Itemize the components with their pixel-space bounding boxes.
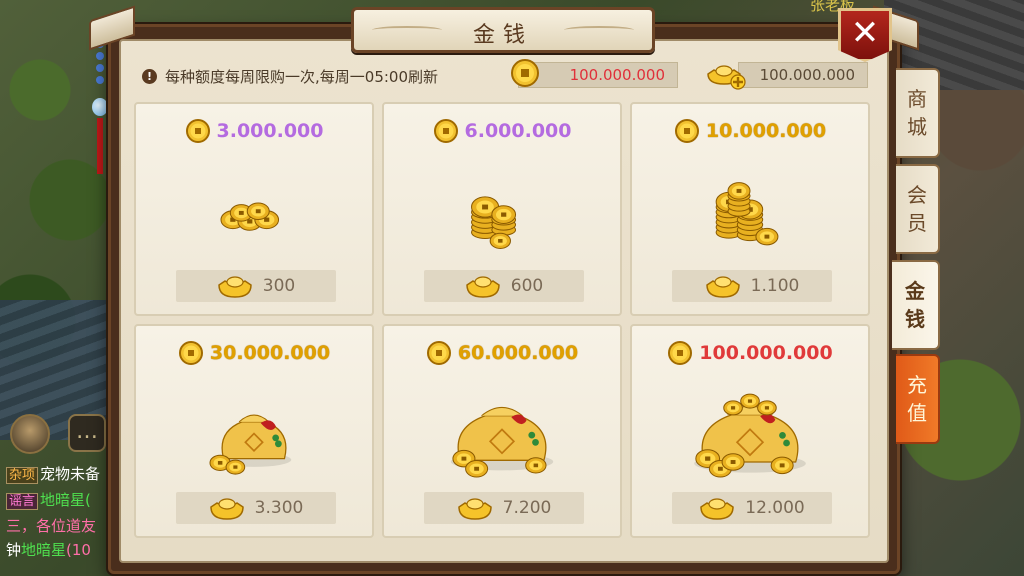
tab-shop[interactable]: 商 城 [896, 68, 940, 158]
pack-coin-amount: 100.000.000 [699, 342, 833, 364]
coin-pack-card[interactable]: 30.000.000 3.300 [134, 324, 374, 538]
coin-pack-card[interactable]: 3.000.000 300 [134, 102, 374, 316]
pack-coin-amount: 60.000.000 [457, 342, 579, 364]
gold-ingot-icon [457, 498, 492, 520]
coin-icon [185, 119, 210, 143]
chat-line: 杂项 宠物未备 [6, 462, 116, 488]
chat-log[interactable]: 杂项 宠物未备 谣言 地暗星( 三，各位道友 钟地暗星(10 [6, 462, 116, 562]
tab-label: 商 [907, 87, 927, 111]
pack-ingot-cost: 1.100 [750, 276, 800, 296]
coin-icon [426, 341, 451, 365]
gold-ingot-balance: 100.000.000 [738, 62, 868, 88]
buy-button[interactable]: 7.200 [424, 492, 584, 524]
coin-icon [511, 59, 539, 87]
tab-recharge[interactable]: 充 值 [896, 354, 940, 444]
chat-text: (10 [66, 541, 91, 559]
add-gold-ingot-icon[interactable] [704, 60, 746, 90]
coin-pack-image [220, 202, 280, 231]
coin-pack-image [209, 414, 292, 475]
tab-label: 钱 [905, 307, 925, 331]
purchase-limit-notice: 每种额度每周限购一次,每周一05:00刷新 [165, 67, 438, 86]
pack-coin-amount-row: 30.000.000 [136, 340, 372, 366]
gold-ingot-icon [218, 276, 252, 298]
info-icon: ! [142, 68, 157, 84]
tab-member[interactable]: 会 员 [896, 164, 940, 254]
pack-coin-amount-row: 10.000.000 [632, 118, 868, 144]
pack-coin-amount-row: 100.000.000 [632, 340, 868, 366]
jade-pendant-icon[interactable] [92, 40, 108, 174]
coin-pack-image [715, 182, 779, 246]
coin-pack-image [450, 406, 554, 478]
chat-tag-misc: 杂项 [6, 467, 39, 484]
coin-pack-art [404, 374, 600, 484]
chat-text: 宠物未备 [40, 465, 101, 483]
tab-label: 金 [905, 279, 925, 303]
buy-button[interactable]: 12.000 [672, 492, 832, 524]
chat-line: 钟地暗星(10 [6, 538, 116, 562]
coin-icon [433, 119, 458, 143]
coin-pack-card[interactable]: 10.000.000 1.100 [630, 102, 870, 316]
coin-pack-art [404, 152, 600, 262]
pack-coin-amount: 3.000.000 [216, 120, 324, 142]
pack-coin-amount: 10.000.000 [705, 120, 827, 142]
coin-pack-image [694, 393, 806, 478]
buy-button[interactable]: 600 [424, 270, 584, 302]
coin-pack-art [652, 152, 848, 262]
pack-ingot-cost: 12.000 [745, 498, 805, 518]
panel-title: 金钱 [472, 23, 533, 48]
notice-row: ! 每种额度每周限购一次,每周一05:00刷新 [142, 64, 438, 88]
player-avatar[interactable] [10, 414, 50, 454]
gold-ingot-icon [209, 498, 244, 520]
coin-icon [668, 341, 693, 365]
coin-pack-art [156, 374, 352, 484]
coin-pack-card[interactable]: 6.000.000 600 [382, 102, 622, 316]
tab-label: 会 [907, 183, 927, 207]
pack-ingot-cost: 7.200 [502, 498, 552, 518]
title-plate: 金钱 [351, 7, 655, 53]
chat-player-name[interactable]: 地暗星 [21, 541, 66, 559]
chat-text: 地暗星( [40, 491, 91, 509]
chat-text: 钟 [6, 541, 22, 559]
coin-icon [178, 341, 203, 365]
pack-coin-amount: 6.000.000 [464, 120, 572, 142]
pack-ingot-cost: 300 [262, 276, 296, 296]
coin-pack-card[interactable]: 100.000.000 12.000 [630, 324, 870, 538]
pack-ingot-cost: 600 [510, 276, 544, 296]
buy-button[interactable]: 300 [176, 270, 336, 302]
pack-ingot-cost: 3.300 [254, 498, 304, 518]
buy-button[interactable]: 1.100 [672, 270, 832, 302]
pack-coin-amount-row: 6.000.000 [384, 118, 620, 144]
gold-ingot-icon [700, 498, 735, 520]
pack-coin-amount: 30.000.000 [209, 342, 331, 364]
pack-coin-amount-row: 3.000.000 [136, 118, 372, 144]
tab-label: 充 [907, 373, 927, 397]
coin-balance: 100.000.000 [518, 62, 678, 88]
tab-label: 城 [907, 115, 927, 139]
chat-line: 谣言 地暗星( [6, 488, 116, 514]
coin-icon [674, 119, 699, 143]
close-icon: ✕ [850, 13, 880, 53]
buy-button[interactable]: 3.300 [176, 492, 336, 524]
chat-line: 三，各位道友 [6, 514, 116, 538]
gold-ingot-icon [705, 276, 740, 298]
chat-bubble-icon[interactable]: … [68, 414, 106, 452]
coin-pack-card[interactable]: 60.000.000 7.200 [382, 324, 622, 538]
coin-pack-art [652, 374, 848, 484]
tab-money[interactable]: 金 钱 [892, 260, 940, 350]
tab-label: 员 [907, 211, 927, 235]
chat-text: 三，各位道友 [6, 517, 97, 535]
chat-tag-rumor: 谣言 [6, 493, 39, 510]
coin-pack-art [156, 152, 352, 262]
gold-ingot-icon [466, 276, 500, 298]
pack-coin-amount-row: 60.000.000 [384, 340, 620, 366]
tab-label: 值 [907, 401, 927, 425]
coin-pack-image [471, 196, 517, 249]
